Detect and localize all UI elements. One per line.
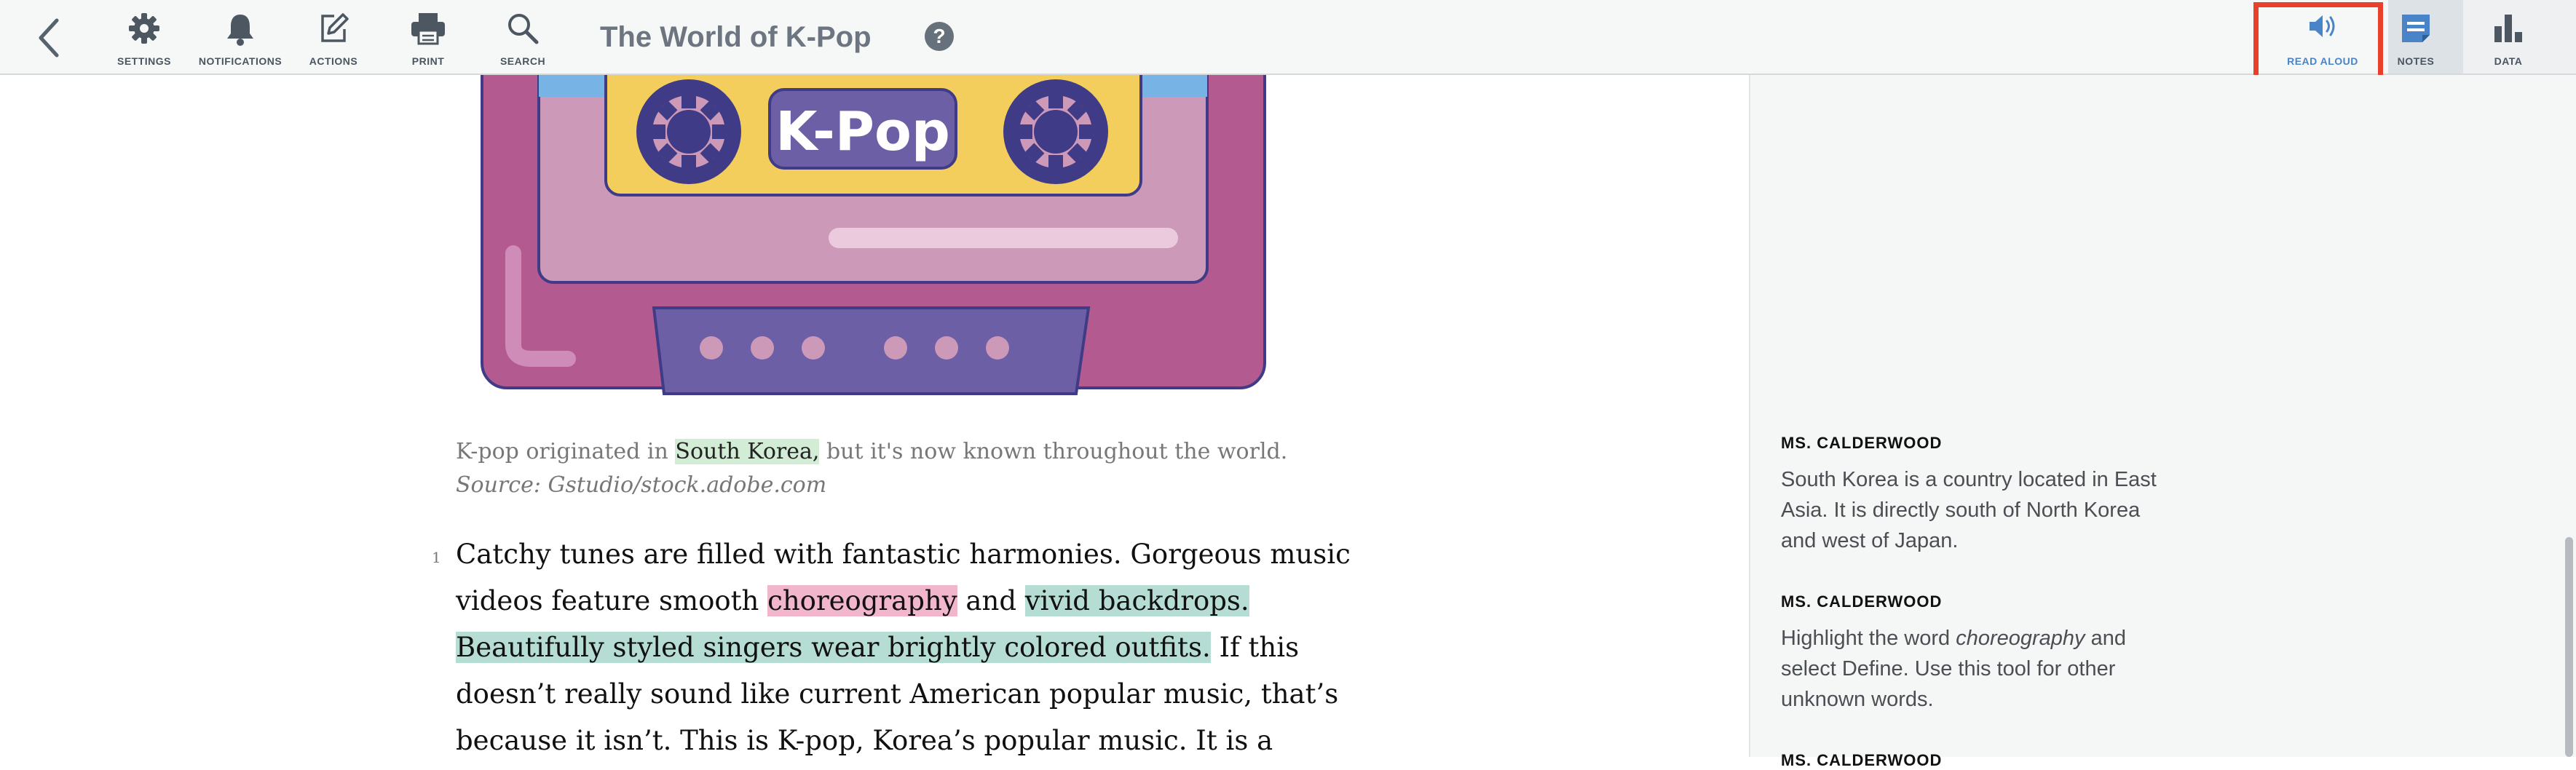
caption-text-post: but it's now known throughout the world. [819, 439, 1288, 464]
search-button[interactable]: SEARCH [479, 9, 566, 70]
data-label: DATA [2494, 55, 2523, 67]
article-paragraph[interactable]: Catchy tunes are filled with fantastic h… [456, 531, 1351, 757]
note-body: Highlight the word choreography and sele… [1781, 623, 2232, 715]
paragraph-line: Catchy tunes are filled with fantastic h… [456, 531, 1351, 578]
cassette-illustration: K-Pop [481, 75, 1266, 395]
search-label: SEARCH [499, 55, 546, 67]
line-text: Catchy tunes are filled with fantastic h… [456, 539, 1351, 570]
note-line: Highlight the word [1781, 627, 1956, 650]
highlight-vivid-backdrops[interactable]: vivid backdrops. [1024, 585, 1249, 616]
top-toolbar: SETTINGS NOTIFICATIONS ACTIONS PRINT SEA… [0, 0, 2576, 85]
paragraph-line: doesn’t really sound like current Americ… [456, 671, 1338, 718]
gear-icon [129, 13, 159, 44]
notes-icon [2402, 15, 2430, 42]
note-author: MS. CALDERWOOD [1781, 751, 1943, 769]
note-line: unknown words. [1781, 688, 1934, 711]
line-text: videos feature smooth [456, 585, 768, 616]
bar-chart-icon [2494, 15, 2522, 42]
read-aloud-highlight-box [2253, 2, 2383, 85]
image-caption: K-pop originated in South Korea, but it'… [456, 435, 1330, 502]
note-card[interactable]: MS. CALDERWOOD South Korea is a country … [1781, 434, 2232, 556]
note-line: and west of Japan. [1781, 529, 1959, 552]
line-text: and [957, 585, 1025, 616]
note-author: MS. CALDERWOOD [1781, 592, 1943, 611]
note-card[interactable]: MS. CALDERWOOD [1781, 751, 2232, 770]
notes-button[interactable]: NOTES [2372, 9, 2460, 70]
paragraph-line: Beautifully styled singers wear brightly… [456, 624, 1304, 671]
note-card[interactable]: MS. CALDERWOOD Highlight the word choreo… [1781, 592, 2232, 715]
article-area: K-Pop K-pop originated in South Korea, b… [0, 75, 1749, 757]
search-icon [508, 14, 539, 44]
line-text: because it isn’t. This is K-pop, Korea’s… [456, 725, 1273, 756]
note-line: and [2085, 627, 2126, 650]
note-line: select Define. Use this tool for other [1781, 657, 2116, 680]
print-button[interactable]: PRINT [384, 9, 472, 70]
cassette-label-text: K-Pop [775, 100, 950, 163]
printer-icon [411, 13, 445, 45]
note-body: South Korea is a country located in East… [1781, 464, 2232, 556]
settings-button[interactable]: SETTINGS [100, 9, 188, 70]
notes-panel: MS. CALDERWOOD South Korea is a country … [1749, 75, 2576, 769]
paragraph-number: 1 [432, 549, 441, 566]
note-line: South Korea is a country located in East [1781, 468, 2157, 491]
scrollbar-thumb[interactable] [2565, 537, 2573, 757]
note-author: MS. CALDERWOOD [1781, 434, 1943, 452]
data-button[interactable]: DATA [2465, 9, 2552, 70]
page-title: The World of K-Pop [600, 21, 872, 53]
actions-button[interactable]: ACTIONS [290, 9, 377, 70]
back-chevron-icon [39, 18, 59, 57]
line-text: doesn’t really sound like current Americ… [456, 678, 1339, 710]
highlight-styled-singers[interactable]: Beautifully styled singers wear brightly… [456, 632, 1211, 663]
highlight-choreography[interactable]: choreography [767, 585, 957, 616]
paragraph-line: because it isn’t. This is K-pop, Korea’s… [456, 718, 1304, 757]
edit-icon [321, 13, 349, 42]
note-line: Asia. It is directly south of North Kore… [1781, 499, 2141, 522]
back-button[interactable] [35, 15, 71, 61]
caption-highlight-south-korea[interactable]: South Korea, [675, 439, 820, 464]
note-emphasis: choreography [1956, 627, 2085, 650]
caption-text-pre: K-pop originated in [456, 439, 676, 464]
help-button[interactable]: ? [925, 22, 954, 51]
bell-icon [227, 15, 253, 46]
notifications-button[interactable]: NOTIFICATIONS [197, 9, 284, 70]
caption-source: Source: Gstudio/stock.adobe.com [456, 472, 827, 498]
line-text: If this [1210, 632, 1300, 663]
paragraph-line: videos feature smooth choreography and v… [456, 578, 1304, 624]
